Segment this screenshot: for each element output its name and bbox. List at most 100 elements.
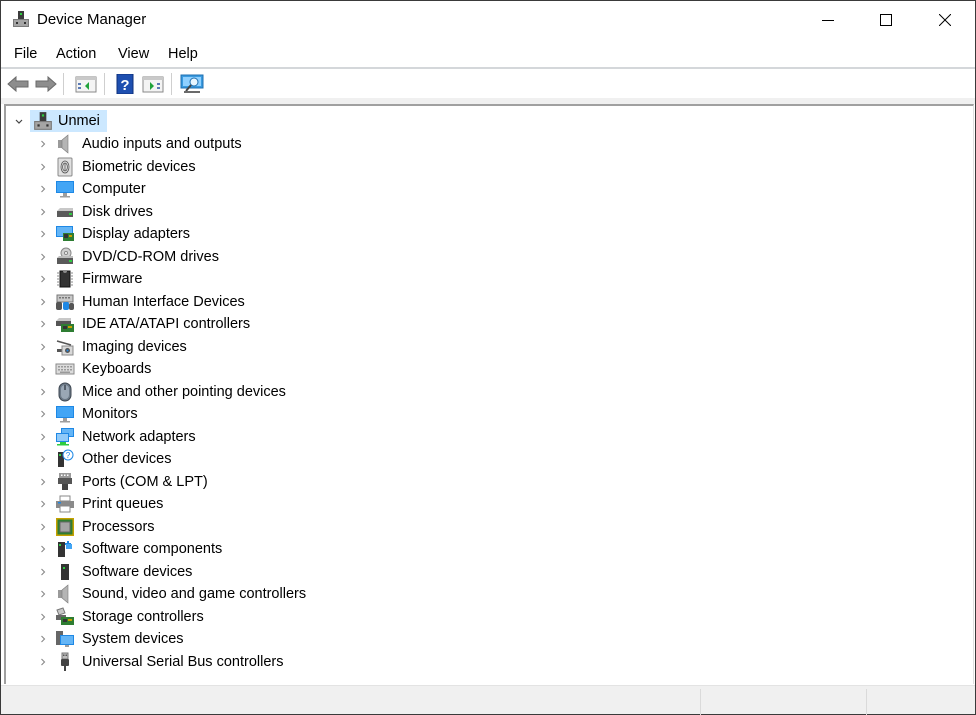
help-button[interactable]: ? xyxy=(113,72,137,96)
back-button[interactable] xyxy=(6,72,30,96)
tree-item[interactable]: Display adapters xyxy=(6,223,506,245)
port-icon xyxy=(58,472,72,490)
tree-item[interactable]: DVD/CD-ROM drives xyxy=(6,246,506,268)
chevron-right-icon[interactable] xyxy=(38,342,48,352)
chevron-right-icon[interactable] xyxy=(38,634,48,644)
tree-item[interactable]: Print queues xyxy=(6,493,506,515)
tree-item[interactable]: Disk drives xyxy=(6,201,506,223)
chevron-right-icon[interactable] xyxy=(38,477,48,487)
chevron-right-icon[interactable] xyxy=(38,589,48,599)
tree-item-label: Network adapters xyxy=(82,428,196,445)
chevron-right-icon[interactable] xyxy=(38,364,48,374)
minimize-icon xyxy=(822,20,834,21)
forward-button[interactable] xyxy=(34,72,58,96)
title-bar: Device Manager xyxy=(1,1,975,39)
dvd-drive-icon xyxy=(57,247,73,264)
chevron-right-icon[interactable] xyxy=(38,522,48,532)
tree-item-label: Sound, video and game controllers xyxy=(82,586,307,602)
tree-item-label: Monitors xyxy=(82,406,138,422)
tree-item[interactable]: Monitors xyxy=(6,403,506,425)
tree-item[interactable]: Universal Serial Bus controllers xyxy=(6,651,506,673)
minimize-button[interactable] xyxy=(799,1,857,39)
device-manager-window: Device Manager File Action View Help ? U… xyxy=(0,0,976,715)
menu-action[interactable]: Action xyxy=(56,46,96,62)
chevron-right-icon[interactable] xyxy=(38,499,48,509)
chevron-right-icon[interactable] xyxy=(38,274,48,284)
scan-hardware-icon xyxy=(180,74,204,93)
chevron-right-icon[interactable] xyxy=(38,162,48,172)
tree-item[interactable]: Mice and other pointing devices xyxy=(6,381,506,403)
tree-item[interactable]: Firmware xyxy=(6,268,506,290)
close-icon xyxy=(939,14,951,26)
scan-hardware-button[interactable] xyxy=(180,72,204,96)
tree-item[interactable]: Human Interface Devices xyxy=(6,291,506,313)
disk-drive-icon xyxy=(57,207,73,217)
chevron-right-icon[interactable] xyxy=(38,184,48,194)
status-bar xyxy=(1,685,975,715)
toolbar: ? xyxy=(1,69,975,99)
menu-view[interactable]: View xyxy=(118,46,149,62)
chevron-right-icon[interactable] xyxy=(38,319,48,329)
tree-item-label: Display adapters xyxy=(82,226,190,242)
svg-text:?: ? xyxy=(120,77,129,94)
menu-file[interactable]: File xyxy=(14,46,37,62)
chevron-right-icon[interactable] xyxy=(38,297,48,307)
chevron-right-icon[interactable] xyxy=(38,454,48,464)
chevron-right-icon[interactable] xyxy=(38,432,48,442)
tree-root-node[interactable]: Unmei xyxy=(6,110,406,132)
chevron-right-icon[interactable] xyxy=(38,409,48,419)
tree-item[interactable]: Processors xyxy=(6,516,506,538)
tree-item-label: System devices xyxy=(82,631,184,647)
tree-item[interactable]: Software components xyxy=(6,538,506,560)
tree-item-label: Biometric devices xyxy=(82,158,196,175)
tree-item[interactable]: Network adapters xyxy=(6,426,506,448)
device-tree-pane: Unmei Audio inputs and outputs Biometric … xyxy=(4,104,974,684)
tree-item-label: Print queues xyxy=(82,496,164,512)
tree-item[interactable]: IDE ATA/ATAPI controllers xyxy=(6,313,506,335)
chevron-right-icon[interactable] xyxy=(38,252,48,262)
printer-icon xyxy=(56,495,74,513)
tree-item[interactable]: Computer xyxy=(6,178,506,200)
chevron-right-icon[interactable] xyxy=(38,387,48,397)
show-hide-action-pane-button[interactable] xyxy=(141,72,165,96)
tree-item[interactable]: Storage controllers xyxy=(6,606,506,628)
chevron-right-icon[interactable] xyxy=(38,207,48,217)
tree-item-label: Universal Serial Bus controllers xyxy=(82,653,284,670)
tree-item[interactable]: Keyboards xyxy=(6,358,506,380)
chip-icon xyxy=(57,270,73,288)
tree-item-label: Firmware xyxy=(82,271,143,287)
tree-item-label: Audio inputs and outputs xyxy=(82,136,242,152)
forward-arrow-icon xyxy=(35,75,57,93)
show-hide-console-tree-button[interactable] xyxy=(74,72,98,96)
menu-help[interactable]: Help xyxy=(168,46,198,62)
tree-item[interactable]: Sound, video and game controllers xyxy=(6,583,506,605)
chevron-right-icon[interactable] xyxy=(38,139,48,149)
close-button[interactable] xyxy=(916,1,974,39)
tree-item[interactable]: Software devices xyxy=(6,561,506,583)
mouse-icon xyxy=(58,382,72,401)
chevron-right-icon[interactable] xyxy=(38,612,48,622)
processor-icon xyxy=(56,517,74,536)
status-pane-secondary xyxy=(700,689,866,715)
tree-item[interactable]: ? Other devices xyxy=(6,448,506,470)
speaker-icon xyxy=(58,134,69,154)
tree-item[interactable]: Imaging devices xyxy=(6,336,506,358)
chevron-right-icon[interactable] xyxy=(38,229,48,239)
action-pane-icon xyxy=(142,76,164,93)
tree-item-label: Other devices xyxy=(82,451,172,467)
tree-item-label: Human Interface Devices xyxy=(82,293,245,310)
chevron-down-icon[interactable] xyxy=(14,117,24,127)
maximize-icon xyxy=(880,14,892,26)
tree-item-label: Imaging devices xyxy=(82,338,187,355)
chevron-right-icon[interactable] xyxy=(38,544,48,554)
chevron-right-icon[interactable] xyxy=(38,657,48,667)
console-tree-icon xyxy=(75,76,97,93)
tree-item[interactable]: Ports (COM & LPT) xyxy=(6,471,506,493)
tree-item-label: Storage controllers xyxy=(82,608,204,625)
chevron-right-icon[interactable] xyxy=(38,567,48,577)
tree-item[interactable]: Biometric devices xyxy=(6,156,506,178)
display-adapter-icon xyxy=(56,226,74,241)
maximize-button[interactable] xyxy=(857,1,915,39)
tree-item[interactable]: Audio inputs and outputs xyxy=(6,133,506,155)
tree-item[interactable]: System devices xyxy=(6,628,506,650)
